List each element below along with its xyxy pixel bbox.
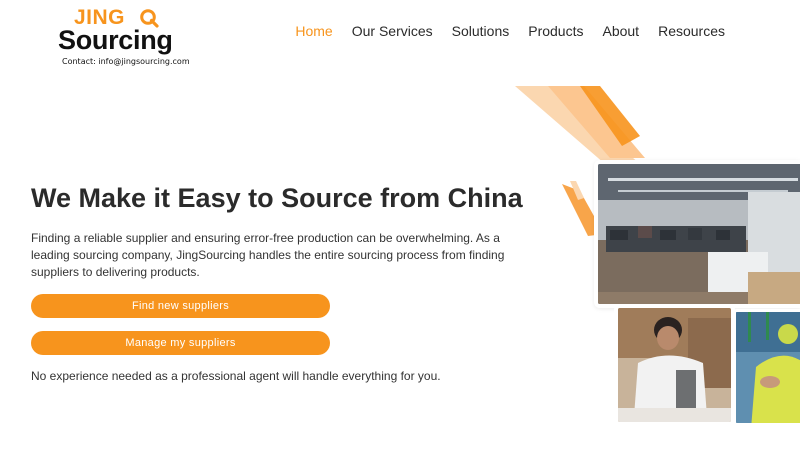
worker-vest-illustration xyxy=(736,312,800,423)
hero-description: Finding a reliable supplier and ensuring… xyxy=(31,231,505,279)
nav-resources[interactable]: Resources xyxy=(658,23,725,39)
logo-wordmark-bottom: Sourcing xyxy=(58,25,173,55)
nav-home[interactable]: Home xyxy=(295,23,332,39)
site-header: JING Sourcing Contact: info@jingsourcing… xyxy=(0,0,800,72)
worker-inspection-photo xyxy=(614,304,735,426)
hero-title: We Make it Easy to Source from China xyxy=(31,183,523,213)
nav-about[interactable]: About xyxy=(602,23,639,39)
nav-solutions[interactable]: Solutions xyxy=(452,23,510,39)
hero-note: No experience needed as a professional a… xyxy=(31,369,441,383)
main-nav: Home Our Services Solutions Products Abo… xyxy=(276,23,725,39)
worker-illustration xyxy=(618,308,731,422)
nav-products[interactable]: Products xyxy=(528,23,583,39)
office-photo xyxy=(594,160,800,308)
manage-suppliers-button[interactable]: Manage my suppliers xyxy=(31,331,330,355)
worker-yellow-vest-photo xyxy=(733,309,800,426)
contact-email[interactable]: Contact: info@jingsourcing.com xyxy=(62,57,190,66)
office-illustration xyxy=(598,164,800,304)
nav-our-services[interactable]: Our Services xyxy=(352,23,433,39)
brand-logo[interactable]: JING Sourcing Contact: info@jingsourcing… xyxy=(58,6,190,68)
find-suppliers-button[interactable]: Find new suppliers xyxy=(31,294,330,318)
